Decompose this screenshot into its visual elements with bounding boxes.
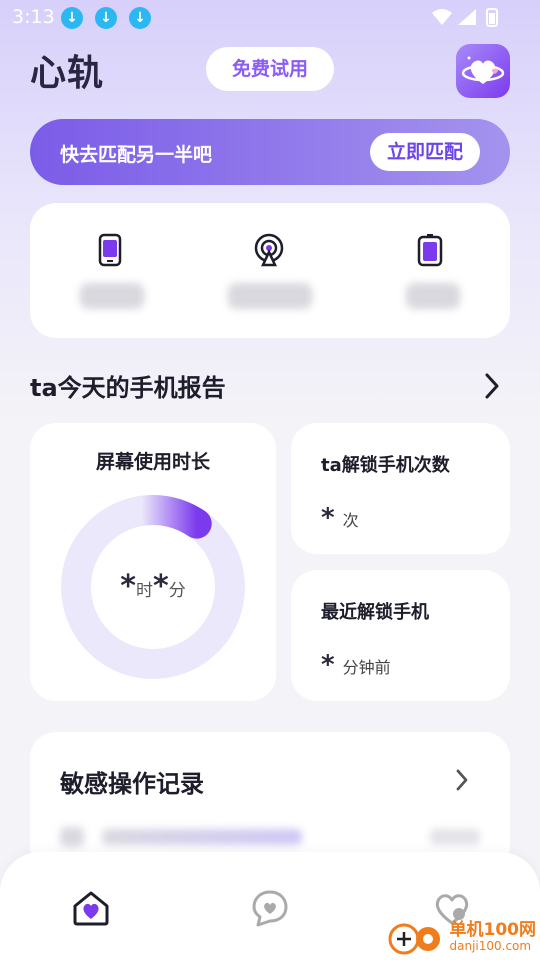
device-status-card [30,203,510,338]
download-icon: ↓ [95,7,117,29]
unlock-count-title: ta解锁手机次数 [321,455,450,476]
battery-status-blurred [406,283,460,309]
recent-unlock-title: 最近解锁手机 [321,602,429,623]
heart-planet-icon[interactable] [456,44,510,98]
unlock-count-value: * 次 [321,503,359,533]
download-icon: ↓ [61,7,83,29]
recent-unlock-number: * [321,650,335,680]
sensitive-ops-card[interactable]: 敏感操作记录 [30,732,510,872]
download-icon: ↓ [129,7,151,29]
screen-time-card[interactable]: 屏幕使用时长 *时*分 [30,423,276,701]
location-broadcast-icon [254,233,284,267]
wifi-icon [432,9,452,25]
match-banner: 快去匹配另一半吧 立即匹配 [30,119,510,185]
hours-unit: 时 [136,581,153,601]
battery-status-icon [417,234,443,267]
hours-value: * [120,569,136,604]
watermark-logo-icon [388,923,440,955]
report-title: ta今天的手机报告 [30,374,226,402]
status-icons [430,7,500,33]
match-now-button[interactable]: 立即匹配 [370,133,480,171]
watermark-line2: danji100.com [449,938,532,953]
match-banner-text: 快去匹配另一半吧 [60,144,213,166]
recent-unlock-card[interactable]: 最近解锁手机 * 分钟前 [291,570,510,701]
sensitive-ops-title: 敏感操作记录 [60,770,204,798]
record-text-blurred [102,829,302,845]
phone-icon [98,233,122,267]
status-time: 3:13 [12,6,55,28]
free-trial-button[interactable]: 免费试用 [206,47,334,91]
unlock-count-card[interactable]: ta解锁手机次数 * 次 [291,423,510,554]
record-icon-blurred [60,827,84,847]
chat-heart-icon[interactable] [250,888,290,928]
recent-unlock-unit: 分钟前 [342,658,391,677]
location-status-blurred [228,283,312,309]
minutes-unit: 分 [168,581,186,601]
app-logo: 心轨 [30,53,105,94]
unlock-count-number: * [321,503,335,533]
screen-time-value: *时*分 [30,569,276,604]
recent-unlock-value: * 分钟前 [321,650,391,680]
chevron-right-icon[interactable] [454,768,470,792]
minutes-value: * [153,569,169,604]
phone-status-blurred [80,283,144,309]
screen-time-title: 屏幕使用时长 [95,451,210,473]
chevron-right-icon[interactable] [482,372,502,400]
watermark-line1: 单机100网 [449,920,537,940]
watermark: 单机100网 danji100.com [386,915,537,959]
record-time-blurred [430,829,480,845]
home-heart-icon[interactable] [71,888,111,928]
screen-time-progress-arc [126,495,212,539]
signal-icon [458,9,476,25]
unlock-count-unit: 次 [342,511,359,530]
